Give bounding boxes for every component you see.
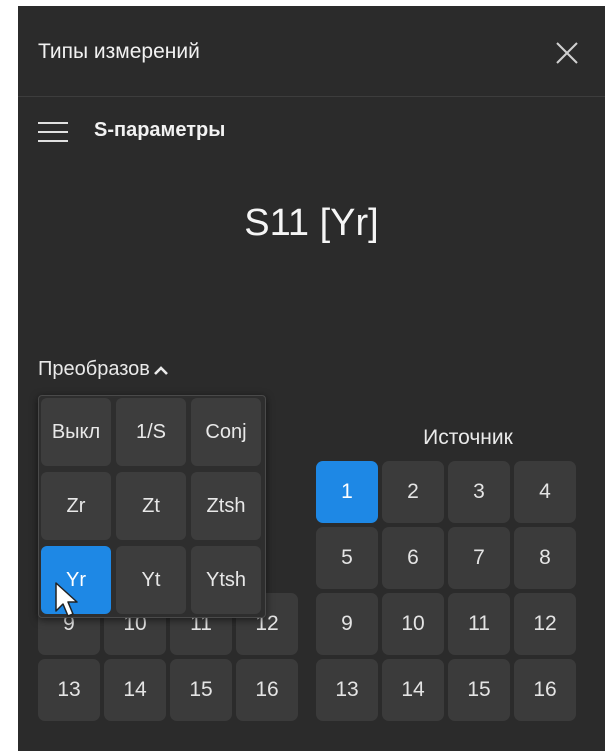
source-port-2[interactable]: 2	[382, 461, 444, 523]
source-port-13[interactable]: 13	[316, 659, 378, 721]
source-port-15[interactable]: 15	[448, 659, 510, 721]
measurement-types-dialog: Типы измерений S-параметры S11 [Yr] Прео…	[18, 6, 605, 751]
chevron-up-icon	[154, 365, 168, 375]
source-port-14[interactable]: 14	[382, 659, 444, 721]
section-title: S-параметры	[94, 119, 226, 141]
source-port-12[interactable]: 12	[514, 593, 576, 655]
source-port-10[interactable]: 10	[382, 593, 444, 655]
conversion-label: Преобразов	[38, 358, 150, 380]
conversion-option-zr[interactable]: Zr	[41, 472, 111, 540]
receiver-port-15[interactable]: 15	[170, 659, 232, 721]
source-port-4[interactable]: 4	[514, 461, 576, 523]
dialog-titlebar: Типы измерений	[18, 6, 605, 97]
conversion-option-off[interactable]: Выкл	[41, 398, 111, 466]
source-port-3[interactable]: 3	[448, 461, 510, 523]
conversion-dropdown[interactable]: Преобразов	[38, 358, 170, 381]
receiver-port-14[interactable]: 14	[104, 659, 166, 721]
section-header: S-параметры	[38, 116, 438, 148]
close-icon[interactable]	[553, 39, 581, 67]
source-port-1[interactable]: 1	[316, 461, 378, 523]
source-port-8[interactable]: 8	[514, 527, 576, 589]
conversion-option-ytsh[interactable]: Ytsh	[191, 546, 261, 614]
source-port-6[interactable]: 6	[382, 527, 444, 589]
source-port-11[interactable]: 11	[448, 593, 510, 655]
conversion-option-yt[interactable]: Yt	[116, 546, 186, 614]
measurement-label: S11 [Yr]	[244, 202, 379, 244]
receiver-port-13[interactable]: 13	[38, 659, 100, 721]
dialog-title: Типы измерений	[38, 40, 200, 63]
source-port-9[interactable]: 9	[316, 593, 378, 655]
source-label: Источник	[423, 426, 513, 449]
hamburger-menu-icon[interactable]	[38, 122, 68, 142]
conversion-option-ztsh[interactable]: Ztsh	[191, 472, 261, 540]
source-port-5[interactable]: 5	[316, 527, 378, 589]
source-port-7[interactable]: 7	[448, 527, 510, 589]
conversion-option-conj[interactable]: Conj	[191, 398, 261, 466]
source-port-16[interactable]: 16	[514, 659, 576, 721]
conversion-option-zt[interactable]: Zt	[116, 472, 186, 540]
conversion-option-inverse[interactable]: 1/S	[116, 398, 186, 466]
mouse-pointer-icon	[55, 582, 78, 617]
receiver-port-16[interactable]: 16	[236, 659, 298, 721]
